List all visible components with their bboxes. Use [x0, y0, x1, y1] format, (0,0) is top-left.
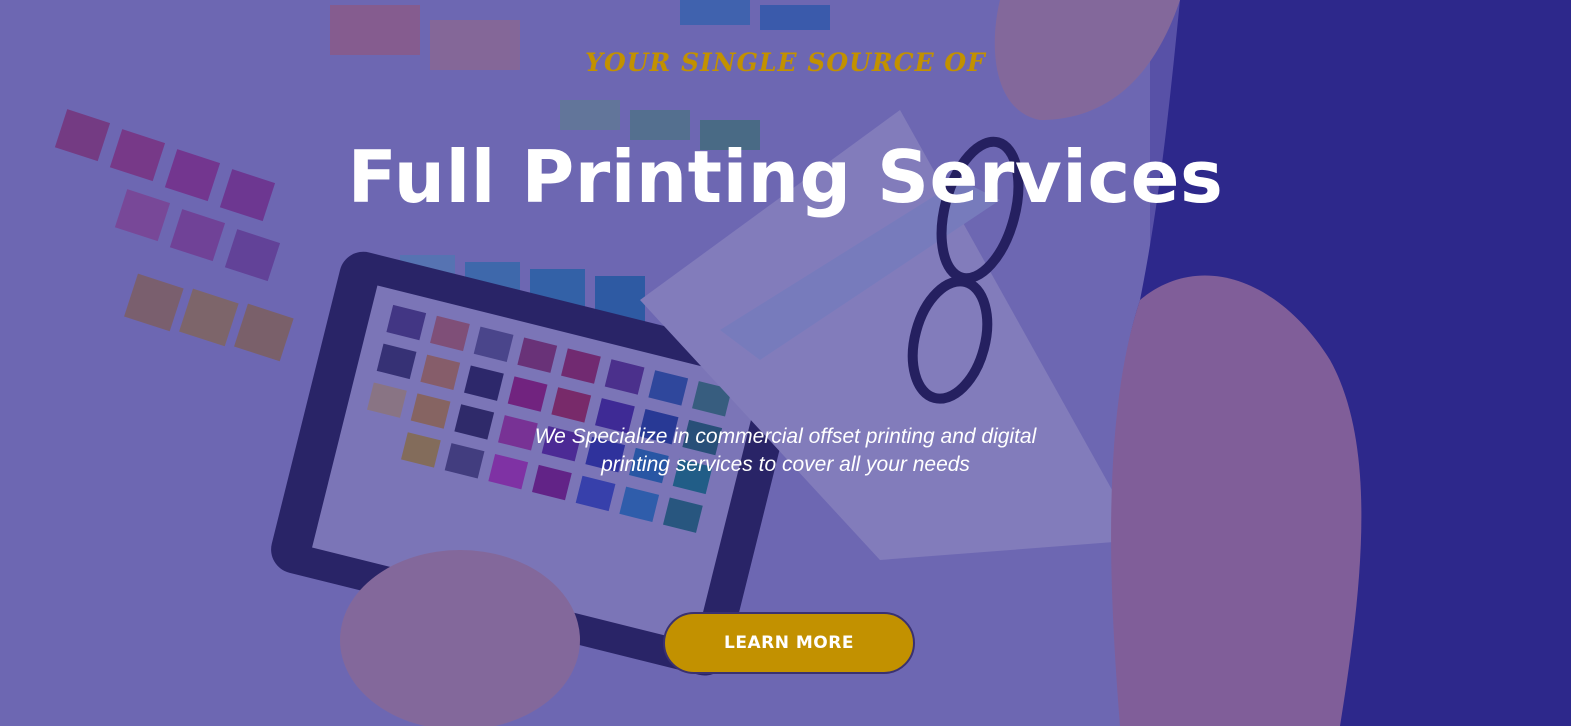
hero-content: YOUR SINGLE SOURCE OF Full Printing Serv… — [0, 0, 1571, 726]
learn-more-button[interactable]: LEARN MORE — [663, 612, 915, 674]
hero-subtext: We Specialize in commercial offset print… — [534, 425, 1037, 476]
hero-eyebrow: YOUR SINGLE SOURCE OF — [585, 48, 986, 77]
hero-section: YOUR SINGLE SOURCE OF Full Printing Serv… — [0, 0, 1571, 726]
hero-headline: Full Printing Services — [347, 135, 1224, 219]
